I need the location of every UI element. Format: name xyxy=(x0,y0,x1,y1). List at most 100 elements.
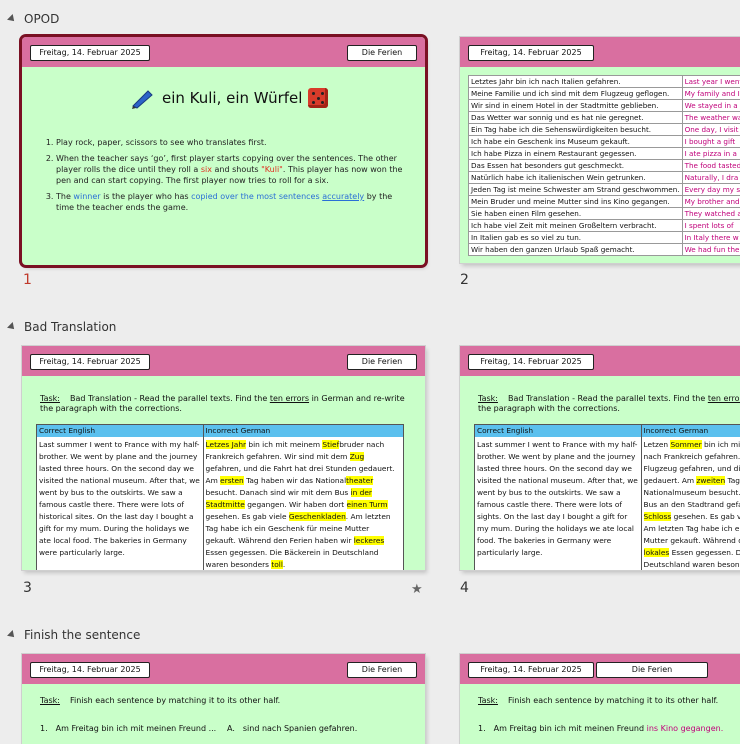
german-cell: Ich habe ein Geschenk ins Museum gekauft… xyxy=(469,136,683,148)
german-cell: Sie haben einen Film gesehen. xyxy=(469,208,683,220)
column-header-english: Correct English xyxy=(475,425,642,437)
german-cell: Meine Familie und ich sind mit dem Flugz… xyxy=(469,88,683,100)
slide-thumbnail-6[interactable]: Freitag, 14. Februar 2025 Die Ferien Tas… xyxy=(460,654,740,744)
parallel-text-grid: Correct EnglishIncorrect German Last sum… xyxy=(474,424,740,570)
table-row: Wir sind in einem Hotel in der Stadtmitt… xyxy=(469,100,740,112)
text-segment: Letzen xyxy=(644,440,671,449)
date-label: Freitag, 14. Februar 2025 xyxy=(468,354,594,370)
topic-label: Die Ferien xyxy=(347,662,417,678)
english-cell: The food tasted xyxy=(682,160,740,172)
table-row: Ich habe Pizza in einem Restaurant geges… xyxy=(469,148,740,160)
date-label: Freitag, 14. Februar 2025 xyxy=(30,45,150,61)
collapse-triangle-icon[interactable] xyxy=(7,14,17,24)
slide-thumbnail-3[interactable]: Freitag, 14. Februar 2025 Die Ferien Tas… xyxy=(22,346,425,570)
slide-number-2: 2 xyxy=(460,272,469,288)
section-header-bad-translation[interactable]: Bad Translation xyxy=(8,320,116,334)
error-highlight: leckeres xyxy=(354,536,385,545)
table-row: Das Wetter war sonnig und es hat nie ger… xyxy=(469,112,740,124)
german-cell: Letztes Jahr bin ich nach Italien gefahr… xyxy=(469,76,683,88)
section-title: Finish the sentence xyxy=(24,628,140,642)
english-cell: I ate pizza in a xyxy=(682,148,740,160)
german-cell: Wir sind in einem Hotel in der Stadtmitt… xyxy=(469,100,683,112)
section-title: Bad Translation xyxy=(24,320,116,334)
english-cell: Naturally, I dra xyxy=(682,172,740,184)
german-cell: In Italien gab es so viel zu tun. xyxy=(469,232,683,244)
slide-thumbnail-2[interactable]: Freitag, 14. Februar 2025 Letztes Jahr b… xyxy=(460,37,740,263)
table-row: Letztes Jahr bin ich nach Italien gefahr… xyxy=(469,76,740,88)
table-row: Meine Familie und ich sind mit dem Flugz… xyxy=(469,88,740,100)
dice-icon xyxy=(308,88,328,108)
error-highlight: Sommer xyxy=(670,440,701,449)
collapse-triangle-icon[interactable] xyxy=(7,322,17,332)
section-header-opod[interactable]: OPOD xyxy=(8,12,59,26)
error-highlight: ersten xyxy=(220,476,244,485)
table-row: Ich habe viel Zeit mit meinen Großeltern… xyxy=(469,220,740,232)
slide-number-1: 1 xyxy=(23,272,32,288)
english-cell: Last year I went xyxy=(682,76,740,88)
text-segment: Essen gegessen. Die Bäckerein in Deutsch… xyxy=(206,548,379,569)
rule-3: The winner is the player who has copied … xyxy=(56,191,412,213)
german-cell: Ich habe viel Zeit mit meinen Großeltern… xyxy=(469,220,683,232)
text-segment: besucht. Danach sind wir mit dem Bus xyxy=(206,488,351,497)
title-text: ein Kuli, ein Würfel xyxy=(162,89,302,107)
table-row: Das Essen hat besonders gut geschmeckt.T… xyxy=(469,160,740,172)
section-header-finish-sentence[interactable]: Finish the sentence xyxy=(8,628,140,642)
column-header-german: Incorrect German xyxy=(204,425,403,437)
english-cell: The weather was xyxy=(682,112,740,124)
text-segment: . xyxy=(283,560,285,569)
slide-thumbnail-1[interactable]: Freitag, 14. Februar 2025 Die Ferien ein… xyxy=(22,37,425,265)
german-cell: Ich habe Pizza in einem Restaurant geges… xyxy=(469,148,683,160)
table-row: Wir haben den ganzen Urlaub Spaß gemacht… xyxy=(469,244,740,256)
task-text: Task:Finish each sentence by matching it… xyxy=(40,696,280,705)
text-segment: gesehen. Es gab viele xyxy=(206,512,289,521)
error-highlight: toll xyxy=(271,560,283,569)
table-row: Ein Tag habe ich die Sehenswürdigkeiten … xyxy=(469,124,740,136)
slide-thumbnail-5[interactable]: Freitag, 14. Februar 2025 Die Ferien Tas… xyxy=(22,654,425,744)
german-cell: Natürlich habe ich italienischen Wein ge… xyxy=(469,172,683,184)
english-cell: In Italy there w xyxy=(682,232,740,244)
english-cell: We stayed in a h xyxy=(682,100,740,112)
german-cell: Wir haben den ganzen Urlaub Spaß gemacht… xyxy=(469,244,683,256)
error-highlight: Zug xyxy=(350,452,364,461)
topic-label: Die Ferien xyxy=(347,354,417,370)
parallel-text-grid: Correct EnglishIncorrect German Last sum… xyxy=(36,424,404,570)
column-header-german: Incorrect German xyxy=(642,425,740,437)
english-cell: They watched a f xyxy=(682,208,740,220)
german-text: Letzen Sommer bin ich mit meinem Halbbru… xyxy=(642,437,740,570)
english-cell: One day, I visit xyxy=(682,124,740,136)
error-highlight: lokales xyxy=(644,548,670,557)
slide-thumbnail-4[interactable]: Freitag, 14. Februar 2025 Task:Bad Trans… xyxy=(460,346,740,570)
german-text: Letzes Jahr bin ich mit meinem Stiefbrud… xyxy=(204,437,403,570)
error-highlight: zweiten xyxy=(696,476,725,485)
table-row: Ich habe ein Geschenk ins Museum gekauft… xyxy=(469,136,740,148)
table-row: Sie haben einen Film gesehen.They watche… xyxy=(469,208,740,220)
english-text: Last summer I went to France with my hal… xyxy=(37,437,204,570)
english-cell: I bought a gift xyxy=(682,136,740,148)
sentence-item: 1.Am Freitag bin ich mit meinen Freund i… xyxy=(478,724,723,733)
task-text: Task:Bad Translation - Read the parallel… xyxy=(478,394,740,414)
star-icon[interactable]: ★ xyxy=(411,582,423,597)
german-cell: Ein Tag habe ich die Sehenswürdigkeiten … xyxy=(469,124,683,136)
english-cell: We had fun the w xyxy=(682,244,740,256)
error-highlight: Stief xyxy=(322,440,339,449)
table-row: In Italien gab es so viel zu tun.In Ital… xyxy=(469,232,740,244)
text-segment: gesehen. Es gab viele xyxy=(671,512,740,521)
date-label: Freitag, 14. Februar 2025 xyxy=(468,662,594,678)
section-title: OPOD xyxy=(24,12,59,26)
table-row: Natürlich habe ich italienischen Wein ge… xyxy=(469,172,740,184)
error-highlight: Letzes Jahr xyxy=(206,440,247,449)
german-cell: Das Wetter war sonnig und es hat nie ger… xyxy=(469,112,683,124)
task-text: Task:Bad Translation - Read the parallel… xyxy=(40,394,420,414)
sentence-option: A.sind nach Spanien gefahren. xyxy=(227,724,357,733)
task-text: Task:Finish each sentence by matching it… xyxy=(478,696,718,705)
text-segment: bin ich mit meinem xyxy=(246,440,322,449)
english-cell: I spent lots of xyxy=(682,220,740,232)
collapse-triangle-icon[interactable] xyxy=(7,630,17,640)
topic-label: Die Ferien xyxy=(596,662,708,678)
column-header-english: Correct English xyxy=(37,425,204,437)
slide-number-3: 3 xyxy=(23,580,32,596)
translation-table: Letztes Jahr bin ich nach Italien gefahr… xyxy=(468,75,740,256)
rules-list: Play rock, paper, scissors to see who tr… xyxy=(42,137,412,218)
slide-title: ein Kuli, ein Würfel xyxy=(130,87,328,109)
german-cell: Das Essen hat besonders gut geschmeckt. xyxy=(469,160,683,172)
